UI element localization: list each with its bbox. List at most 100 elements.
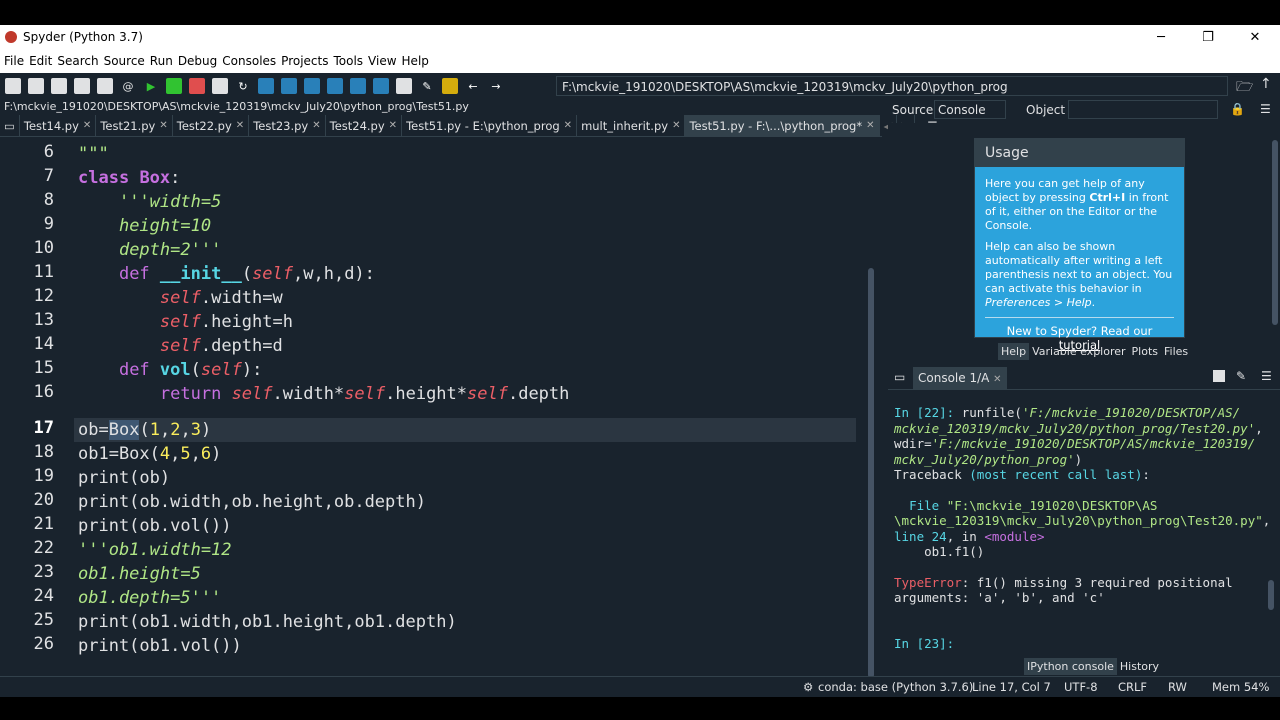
- lock-icon[interactable]: 🔒: [1230, 102, 1245, 116]
- tab-test51-f[interactable]: Test51.py - F:\...\python_prog* ✕: [685, 114, 880, 137]
- tab-plots[interactable]: Plots: [1129, 343, 1161, 360]
- step-into-icon[interactable]: [304, 78, 320, 94]
- run-icon[interactable]: ▶: [143, 78, 159, 94]
- run-cell-icon[interactable]: [166, 78, 182, 94]
- line-number: 17: [33, 418, 54, 438]
- forward-arrow-icon[interactable]: →: [488, 78, 504, 94]
- console-line: Traceback (most recent call last):: [894, 467, 1150, 482]
- usage-divider: [985, 317, 1174, 318]
- back-arrow-icon[interactable]: ←: [465, 78, 481, 94]
- tab-mult-inherit[interactable]: mult_inherit.py ✕: [577, 114, 686, 137]
- menu-debug[interactable]: Debug: [178, 54, 217, 68]
- tab-test14[interactable]: Test14.py ✕: [20, 114, 97, 137]
- close-tab-icon[interactable]: ✕: [866, 115, 874, 137]
- help-options-icon[interactable]: ☰: [1260, 102, 1271, 116]
- stop-console-icon[interactable]: [1213, 370, 1225, 382]
- new-file-icon[interactable]: [5, 78, 21, 94]
- usage-text: New to Spyder? Read our: [1006, 324, 1153, 338]
- close-tab-icon[interactable]: ✕: [564, 115, 572, 137]
- close-tab-icon[interactable]: ✕: [389, 115, 397, 137]
- menu-run[interactable]: Run: [150, 54, 173, 68]
- code-line: ob1=Box(4,5,6): [78, 444, 222, 464]
- list-icon[interactable]: [97, 78, 113, 94]
- help-scrollbar[interactable]: [1272, 140, 1278, 325]
- source-select[interactable]: Console: [934, 100, 1006, 119]
- line-number: 22: [33, 538, 54, 558]
- console-options-icon[interactable]: ☰: [1261, 369, 1272, 383]
- close-console-icon[interactable]: ✕: [993, 374, 1001, 385]
- menu-search[interactable]: Search: [57, 54, 98, 68]
- close-tab-icon[interactable]: ✕: [159, 115, 167, 137]
- step-icon[interactable]: [281, 78, 297, 94]
- line-number: 18: [33, 442, 54, 462]
- console-tab[interactable]: Console 1/A ✕: [913, 366, 1007, 389]
- debug-icon[interactable]: [258, 78, 274, 94]
- working-directory-field[interactable]: F:\mckvie_191020\DESKTOP\AS\mckvie_12031…: [556, 76, 1228, 96]
- ipython-console-output[interactable]: In [22]: runfile('F:/mckvie_191020/DESKT…: [888, 391, 1270, 661]
- line-number: 7: [43, 166, 54, 186]
- tab-variable-explorer[interactable]: Variable explorer: [1029, 343, 1128, 360]
- continue-icon[interactable]: [350, 78, 366, 94]
- step-return-icon[interactable]: [327, 78, 343, 94]
- console-line: arguments: 'a', 'b', and 'c': [894, 590, 1105, 605]
- code-line: height=10: [118, 216, 212, 236]
- code-line: def vol(self):: [118, 360, 263, 380]
- tab-history[interactable]: History: [1117, 658, 1162, 675]
- save-all-icon[interactable]: [74, 78, 90, 94]
- parent-dir-icon[interactable]: ↑: [1260, 76, 1272, 92]
- close-tab-icon[interactable]: ✕: [312, 115, 320, 137]
- menu-source[interactable]: Source: [104, 54, 145, 68]
- tab-help[interactable]: Help: [998, 343, 1030, 360]
- code-line: class Box:: [78, 168, 181, 188]
- rerun-icon[interactable]: ↻: [235, 78, 251, 94]
- menu-projects[interactable]: Projects: [281, 54, 328, 68]
- object-combobox[interactable]: [1068, 100, 1218, 119]
- save-icon[interactable]: [51, 78, 67, 94]
- console-scrollbar[interactable]: [1268, 580, 1274, 610]
- at-icon[interactable]: @: [120, 78, 136, 94]
- run-cell-advance-icon[interactable]: [189, 78, 205, 94]
- code-editor[interactable]: 6 7 8 9 10 11 12 13 14 15 16 17 18 19 20…: [0, 138, 880, 693]
- spyder-window: Spyder (Python 3.7) ─ ❐ ✕ File Edit Sear…: [0, 25, 1280, 697]
- minimize-button[interactable]: ─: [1138, 25, 1184, 49]
- tab-ipython-console[interactable]: IPython console: [1024, 658, 1117, 675]
- console-browse-icon[interactable]: ▭: [894, 370, 905, 384]
- run-selection-icon[interactable]: [212, 78, 228, 94]
- line-number: 10: [33, 238, 54, 258]
- clear-console-icon[interactable]: ✎: [1236, 369, 1246, 383]
- close-tab-icon[interactable]: ✕: [672, 115, 680, 137]
- maximize-button[interactable]: ❐: [1185, 25, 1231, 49]
- tab-test51-e[interactable]: Test51.py - E:\python_prog ✕: [402, 114, 578, 137]
- maximize-pane-icon[interactable]: [396, 78, 412, 94]
- scrollbar-thumb[interactable]: [868, 268, 874, 678]
- menu-view[interactable]: View: [368, 54, 396, 68]
- menu-consoles[interactable]: Consoles: [222, 54, 276, 68]
- console-prompt[interactable]: In [23]:: [894, 636, 1262, 652]
- menu-tools[interactable]: Tools: [333, 54, 363, 68]
- tab-test22[interactable]: Test22.py ✕: [173, 114, 250, 137]
- menu-file[interactable]: File: [4, 54, 24, 68]
- tab-test21[interactable]: Test21.py ✕: [96, 114, 173, 137]
- close-tab-icon[interactable]: ✕: [236, 115, 244, 137]
- python-path-icon[interactable]: [442, 78, 458, 94]
- browse-folder-icon[interactable]: 🗁: [1236, 76, 1253, 100]
- menu-edit[interactable]: Edit: [29, 54, 52, 68]
- close-tab-icon[interactable]: ✕: [83, 115, 91, 137]
- close-button[interactable]: ✕: [1232, 25, 1278, 49]
- code-line: depth=2''': [118, 240, 222, 260]
- tab-files[interactable]: Files: [1161, 343, 1191, 360]
- tab-test24[interactable]: Test24.py ✕: [326, 114, 403, 137]
- preferences-icon[interactable]: ✎: [419, 78, 435, 94]
- status-mode: RW: [1168, 680, 1187, 694]
- menu-help[interactable]: Help: [402, 54, 429, 68]
- console-line: TypeError: f1() missing 3 required posit…: [894, 574, 1233, 590]
- stop-debug-icon[interactable]: [373, 78, 389, 94]
- browse-tabs-icon[interactable]: ▭: [0, 114, 20, 137]
- bottom-black-bar: [0, 697, 1280, 720]
- tab-label: Test51.py - F:\...\python_prog*: [689, 118, 863, 133]
- usage-paragraph-1: Here you can get help of any object by p…: [985, 177, 1174, 233]
- editor-scrollbar[interactable]: [866, 138, 878, 693]
- tab-test23[interactable]: Test23.py ✕: [249, 114, 326, 137]
- line-number: 8: [43, 190, 54, 210]
- open-file-icon[interactable]: [28, 78, 44, 94]
